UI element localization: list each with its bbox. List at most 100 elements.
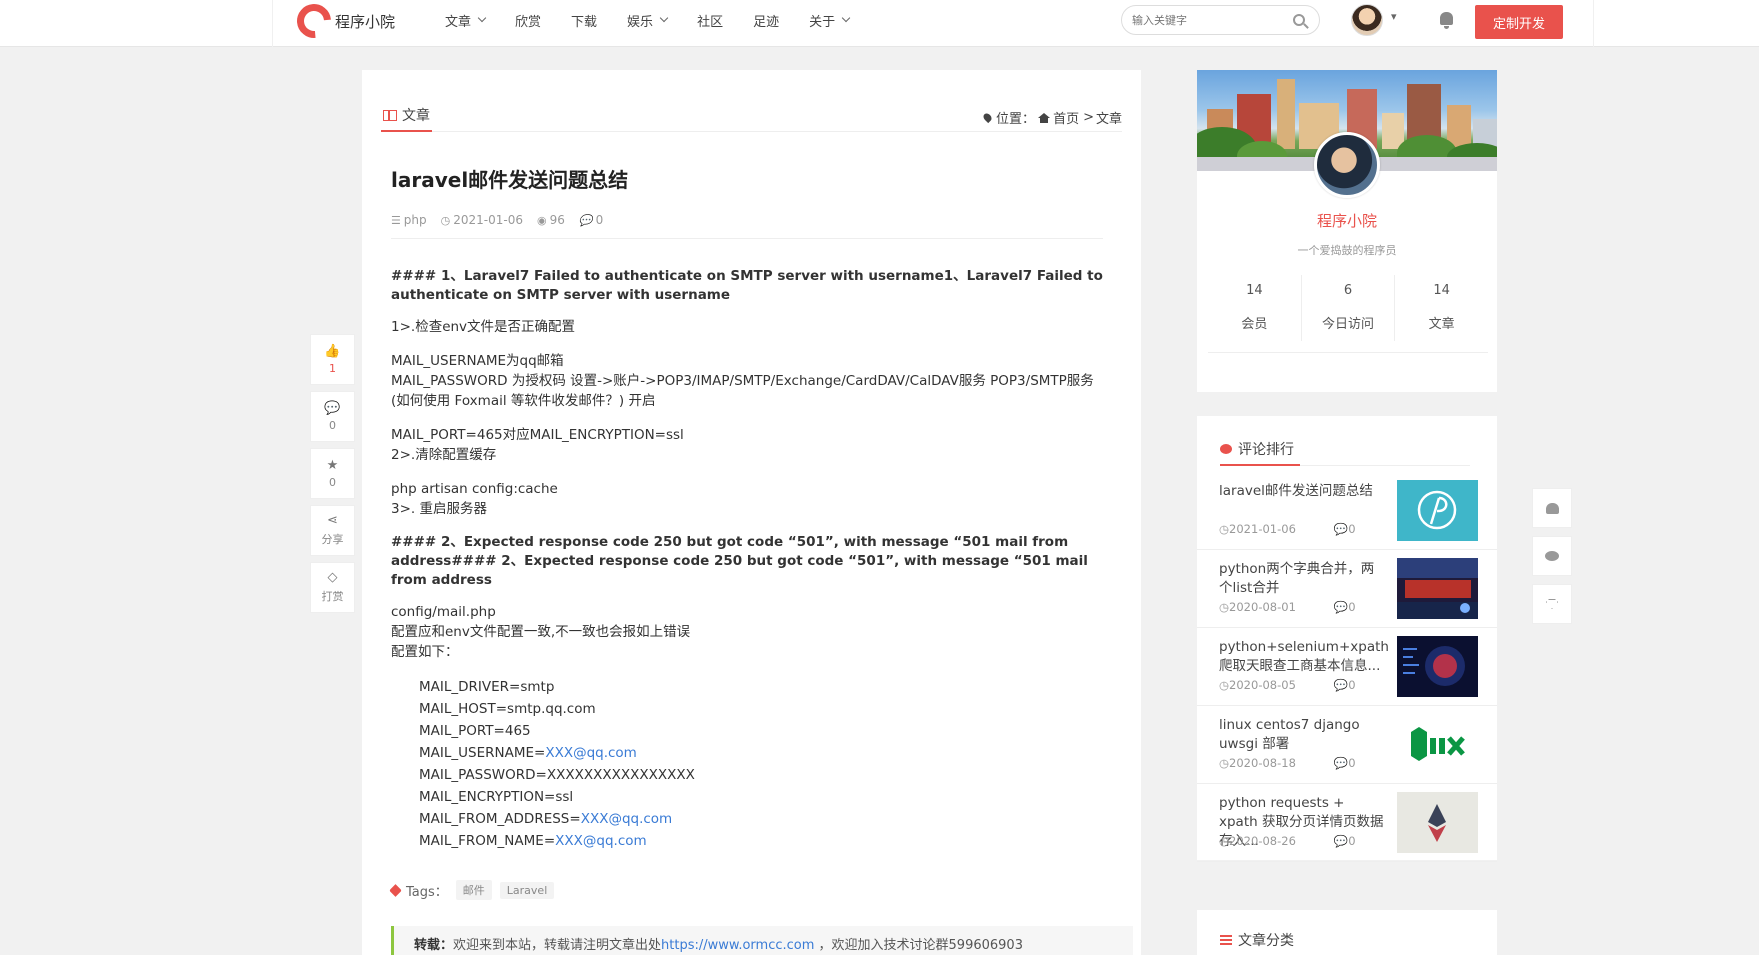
top-navbar: 程序小院 文章 欣赏 下载 娱乐 社区 足迹 关于 ▾ 定制开发: [0, 0, 1759, 47]
laravel-thumbnail[interactable]: [1397, 480, 1478, 541]
bell-icon[interactable]: [1440, 12, 1453, 29]
custom-dev-button[interactable]: 定制开发: [1475, 5, 1563, 39]
star-icon: ★: [326, 457, 339, 473]
brain-thumbnail[interactable]: [1397, 636, 1478, 697]
ranking-list: laravel邮件发送问题总结 ◷ 2021-01-06 💬 0 python两个…: [1197, 472, 1497, 862]
ethereum-thumbnail[interactable]: [1397, 792, 1478, 853]
stat-members: 14 会员: [1208, 275, 1302, 341]
diamond-icon: ◇: [327, 570, 338, 585]
breadcrumb-current[interactable]: 文章: [1096, 108, 1122, 127]
list-item[interactable]: python requests + xpath 获取分页详情页数据存入... ◷…: [1197, 784, 1497, 862]
nginx-thumbnail[interactable]: [1397, 714, 1478, 775]
book-icon: [383, 109, 397, 121]
nav-item-download[interactable]: 下载: [571, 11, 597, 30]
share-icon: ⋖: [327, 513, 338, 528]
search-box: [1121, 5, 1320, 35]
search-icon[interactable]: [1293, 14, 1305, 26]
main-nav: 文章 欣赏 下载 娱乐 社区 足迹 关于: [445, 0, 879, 40]
favorite-button[interactable]: ★ 0: [310, 448, 355, 499]
like-button[interactable]: 👍 1: [310, 334, 355, 385]
stat-articles: 14 文章: [1428, 283, 1455, 332]
wechat-button[interactable]: [1532, 536, 1572, 576]
article-views: 96: [549, 213, 565, 227]
logo-text: 程序小院: [335, 12, 396, 31]
breadcrumb: 位置： 首页 > 文章: [981, 108, 1122, 127]
comment-ranking-card: 评论排行 laravel邮件发送问题总结 ◷ 2021-01-06 💬 0 pyt…: [1197, 416, 1497, 862]
search-input[interactable]: [1122, 6, 1272, 34]
comments-icon: 💬: [1333, 522, 1349, 536]
notification-button[interactable]: [1532, 488, 1572, 528]
article-meta: ☰ php ◷ 2021-01-06 ◉ 96 💬 0: [391, 213, 1141, 227]
chat-icon: [1220, 444, 1232, 454]
clock-icon: ◷: [1219, 522, 1230, 536]
thumbs-up-icon: 👍: [324, 343, 341, 359]
author-avatar[interactable]: [1314, 132, 1380, 198]
favorite-count: 0: [329, 475, 336, 489]
tag-mail[interactable]: 邮件: [455, 880, 492, 900]
comments-icon: 💬: [1333, 600, 1349, 614]
ranking-header: 评论排行: [1220, 434, 1470, 466]
site-link[interactable]: https://www.ormcc.com: [661, 938, 814, 953]
clock-icon: ◷: [440, 213, 451, 227]
share-label: 分享: [321, 533, 344, 546]
paragraph: MAIL_PORT=465对应MAIL_ENCRYPTION=ssl 2>.清除…: [391, 427, 684, 463]
nav-item-appreciate[interactable]: 欣赏: [515, 11, 541, 30]
share-button[interactable]: ⋖ 分享: [310, 505, 355, 556]
right-float-bar: [1532, 488, 1572, 632]
config-code-block: MAIL_DRIVER=smtp MAIL_HOST=smtp.qq.com M…: [419, 679, 695, 849]
nav-item-articles[interactable]: 文章: [445, 11, 487, 30]
clock-icon: ◷: [1219, 756, 1230, 770]
stat-today-visits: 6 今日访问: [1302, 275, 1396, 341]
list-icon: [1220, 935, 1232, 945]
reward-button[interactable]: ◇ 打赏: [310, 562, 355, 613]
user-avatar[interactable]: [1351, 4, 1383, 36]
breadcrumb-row: 文章 位置： 首页 > 文章: [381, 100, 1122, 132]
nav-item-community[interactable]: 社区: [697, 11, 723, 30]
comments-icon: 💬: [578, 213, 593, 227]
comments-icon: 💬: [1333, 756, 1349, 770]
article-category[interactable]: php: [404, 213, 427, 227]
tab-articles[interactable]: 文章: [381, 100, 432, 132]
site-logo[interactable]: 程序小院: [290, 0, 396, 45]
paragraph: php artisan config:cache 3>. 重启服务器: [391, 481, 558, 517]
copyright-notice: 转载：欢迎来到本站，转载请注明文章出处https://www.ormcc.com…: [391, 926, 1133, 955]
email-link[interactable]: XXX@qq.com: [581, 811, 673, 827]
nav-item-footprint[interactable]: 足迹: [753, 11, 779, 30]
list-item[interactable]: linux centos7 django uwsgi 部署 ◷ 2020-08-…: [1197, 706, 1497, 784]
section-heading: #### 2、Expected response code 250 but go…: [391, 534, 1088, 588]
comments-icon: 💬: [1333, 834, 1349, 848]
nav-item-about[interactable]: 关于: [809, 11, 851, 30]
user-menu-caret[interactable]: ▾: [1391, 10, 1397, 23]
article-panel: 文章 位置： 首页 > 文章 laravel邮件发送问题总结 ☰ php ◷ 202…: [362, 70, 1141, 955]
python-thumbnail[interactable]: [1397, 558, 1478, 619]
tags-row: Tags： 邮件 Laravel: [389, 880, 555, 900]
list-item[interactable]: laravel邮件发送问题总结 ◷ 2021-01-06 💬 0: [1197, 472, 1497, 550]
category-title: 文章分类: [1238, 933, 1294, 949]
comment-button[interactable]: 💬 0: [310, 391, 355, 442]
eye-icon: ◉: [537, 213, 547, 227]
list-item[interactable]: python两个字典合并，两个list合并 ◷ 2020-08-01 💬 0: [1197, 550, 1497, 628]
reward-label: 打赏: [321, 590, 344, 603]
author-name[interactable]: 程序小院: [1197, 210, 1497, 231]
email-link[interactable]: XXX@qq.com: [555, 833, 647, 849]
donate-button[interactable]: [1532, 584, 1572, 624]
breadcrumb-home[interactable]: 首页: [1053, 108, 1079, 127]
paragraph: config/mail.php 配置应和env文件配置一致,不一致也会报如上错误…: [391, 604, 691, 660]
article-action-bar: 👍 1 💬 0 ★ 0 ⋖ 分享 ◇ 打赏: [310, 334, 355, 619]
clock-icon: ◷: [1219, 600, 1230, 614]
comment-icon: 💬: [324, 400, 341, 416]
breadcrumb-separator: >: [1083, 110, 1094, 125]
location-pin-icon: [981, 111, 994, 124]
list-item[interactable]: python+selenium+xpath爬取天眼查工商基本信息... ◷ 20…: [1197, 628, 1497, 706]
nav-item-entertainment[interactable]: 娱乐: [627, 11, 669, 30]
tag-icon: [389, 883, 402, 897]
author-desc: 一个爱捣鼓的程序员: [1297, 244, 1397, 257]
email-link[interactable]: XXX@qq.com: [545, 745, 637, 761]
tag-laravel[interactable]: Laravel: [499, 881, 555, 899]
paragraph: 1>.检查env文件是否正确配置: [391, 319, 576, 335]
clock-icon: ◷: [1219, 678, 1230, 692]
article-title: laravel邮件发送问题总结: [391, 168, 629, 192]
article-body: #### 1、Laravel7 Failed to authenticate o…: [391, 267, 1111, 862]
diamond-icon: [1546, 599, 1558, 609]
chevron-down-icon: [841, 13, 851, 23]
